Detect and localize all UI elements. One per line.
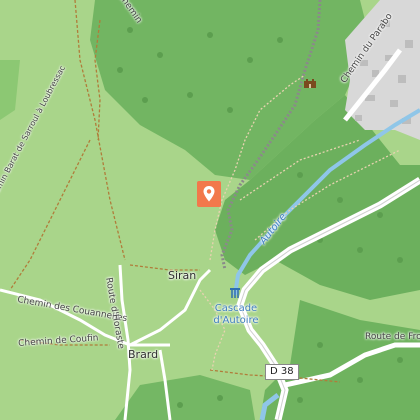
- map-view[interactable]: Chemin Chemin du Parabo Chemin Barat de …: [0, 0, 420, 420]
- road-shield-d38: D 38: [265, 364, 299, 380]
- label-route-frou: Route de Frou: [365, 332, 420, 342]
- castle-icon[interactable]: [303, 77, 317, 89]
- label-cascade-autoire: Cascade d'Autoire: [213, 303, 259, 326]
- label-siran: Siran: [168, 269, 197, 282]
- waterfall-icon[interactable]: [229, 287, 241, 299]
- location-marker[interactable]: [197, 181, 221, 207]
- map-pin-icon: [203, 186, 215, 202]
- label-brard: Brard: [128, 348, 159, 361]
